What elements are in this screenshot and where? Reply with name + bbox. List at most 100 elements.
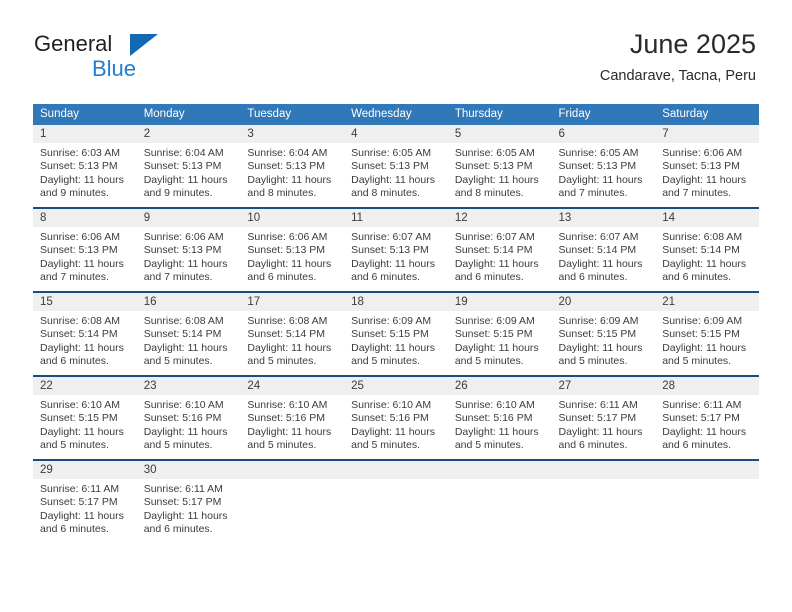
sunrise-text: Sunrise: 6:09 AM: [662, 315, 743, 327]
daylight-text-line1: Daylight: 11 hours: [558, 425, 643, 438]
calendar-day-cell[interactable]: 13 Sunrise: 6:07 AM Sunset: 5:14 PM Dayligh…: [551, 207, 656, 292]
daylight-text-line2: and 5 minutes.: [143, 439, 213, 452]
weekday-header-sunday: Sunday: [33, 104, 137, 125]
calendar-day-cell[interactable]: 8 Sunrise: 6:06 AM Sunset: 5:13 PM Daylight…: [33, 207, 137, 292]
day-details: Sunrise: 6:09 AM Sunset: 5:15 PM Daylight:…: [344, 311, 448, 375]
daylight-text-line1: Daylight: 11 hours: [454, 341, 539, 354]
calendar-day-cell[interactable]: 9 Sunrise: 6:06 AM Sunset: 5:13 PM Daylight…: [136, 207, 241, 292]
calendar-day-cell[interactable]: 16 Sunrise: 6:08 AM Sunset: 5:14 PM Dayligh…: [136, 291, 241, 376]
daylight-text-line2: and 8 minutes.: [454, 187, 524, 200]
calendar-day-cell[interactable]: 4 Sunrise: 6:05 AM Sunset: 5:13 PM Daylight…: [344, 125, 448, 208]
daylight-text-line1: Daylight: 11 hours: [662, 341, 747, 354]
day-details: Sunrise: 6:10 AM Sunset: 5:16 PM Daylight:…: [448, 395, 552, 459]
sunset-text: Sunset: 5:13 PM: [558, 160, 637, 173]
day-number: 22: [33, 377, 137, 395]
day-number: [447, 461, 552, 479]
calendar-day-cell[interactable]: 1 Sunrise: 6:03 AM Sunset: 5:13 PM Daylight…: [33, 125, 137, 208]
weekday-header-monday: Monday: [136, 104, 241, 125]
calendar-day-cell[interactable]: 2 Sunrise: 6:04 AM Sunset: 5:13 PM Daylight…: [136, 125, 241, 208]
sunrise-text: Sunrise: 6:06 AM: [662, 147, 743, 159]
day-number: 28: [655, 377, 759, 395]
sunset-text: Sunset: 5:13 PM: [351, 244, 429, 257]
sunrise-text: Sunrise: 6:10 AM: [454, 399, 535, 411]
sunrise-text: Sunrise: 6:05 AM: [454, 147, 535, 159]
sunrise-text: Sunrise: 6:06 AM: [40, 231, 120, 243]
day-details: Sunrise: 6:11 AM Sunset: 5:17 PM Daylight:…: [655, 395, 759, 459]
calendar-day-cell[interactable]: 21 Sunrise: 6:09 AM Sunset: 5:15 PM Dayligh…: [655, 291, 759, 376]
sunset-text: Sunset: 5:14 PM: [662, 244, 740, 257]
day-details: [552, 479, 656, 543]
sunset-text: Sunset: 5:16 PM: [351, 412, 429, 425]
sunrise-text: Sunrise: 6:10 AM: [40, 399, 120, 411]
sunrise-text: Sunrise: 6:11 AM: [40, 483, 120, 495]
day-details: Sunrise: 6:05 AM Sunset: 5:13 PM Daylight:…: [552, 143, 656, 207]
daylight-text-line1: Daylight: 11 hours: [40, 173, 124, 186]
day-number: 12: [447, 209, 552, 227]
calendar-day-cell[interactable]: 11 Sunrise: 6:07 AM Sunset: 5:13 PM Dayligh…: [344, 207, 448, 292]
daylight-text-line2: and 6 minutes.: [40, 355, 109, 368]
sunset-text: Sunset: 5:15 PM: [662, 328, 740, 341]
daylight-text-line2: and 6 minutes.: [143, 523, 213, 536]
calendar-day-cell[interactable]: 20 Sunrise: 6:09 AM Sunset: 5:15 PM Dayligh…: [551, 291, 656, 376]
daylight-text-line2: and 6 minutes.: [662, 439, 732, 452]
calendar-day-cell[interactable]: 12 Sunrise: 6:07 AM Sunset: 5:14 PM Dayligh…: [447, 207, 552, 292]
calendar-day-cell[interactable]: 22 Sunrise: 6:10 AM Sunset: 5:15 PM Dayligh…: [33, 375, 137, 460]
daylight-text-line2: and 7 minutes.: [143, 271, 213, 284]
calendar-day-cell[interactable]: 7 Sunrise: 6:06 AM Sunset: 5:13 PM Daylight…: [655, 125, 759, 208]
daylight-text-line2: and 6 minutes.: [558, 439, 628, 452]
daylight-text-line1: Daylight: 11 hours: [247, 425, 332, 438]
daylight-text-line1: Daylight: 11 hours: [143, 425, 228, 438]
calendar-day-cell[interactable]: 14 Sunrise: 6:08 AM Sunset: 5:14 PM Dayligh…: [655, 207, 759, 292]
day-details: Sunrise: 6:11 AM Sunset: 5:17 PM Daylight:…: [552, 395, 656, 459]
calendar-day-cell[interactable]: 27 Sunrise: 6:11 AM Sunset: 5:17 PM Dayligh…: [551, 375, 656, 460]
calendar-day-cell[interactable]: 6 Sunrise: 6:05 AM Sunset: 5:13 PM Daylight…: [551, 125, 656, 208]
calendar-body: 1 Sunrise: 6:03 AM Sunset: 5:13 PM Daylight…: [33, 125, 759, 543]
day-number: [344, 461, 448, 479]
calendar-day-cell[interactable]: 5 Sunrise: 6:05 AM Sunset: 5:13 PM Daylight…: [447, 125, 552, 208]
day-details: Sunrise: 6:08 AM Sunset: 5:14 PM Daylight:…: [137, 311, 241, 375]
day-number: 13: [551, 209, 656, 227]
calendar-day-cell[interactable]: 19 Sunrise: 6:09 AM Sunset: 5:15 PM Dayligh…: [447, 291, 552, 376]
calendar-day-cell[interactable]: 17 Sunrise: 6:08 AM Sunset: 5:14 PM Dayligh…: [240, 291, 345, 376]
daylight-text-line1: Daylight: 11 hours: [662, 173, 747, 186]
calendar-day-cell[interactable]: 18 Sunrise: 6:09 AM Sunset: 5:15 PM Dayligh…: [344, 291, 448, 376]
day-details: Sunrise: 6:07 AM Sunset: 5:14 PM Daylight:…: [448, 227, 552, 291]
sunrise-text: Sunrise: 6:10 AM: [143, 399, 224, 411]
calendar-day-cell[interactable]: 30 Sunrise: 6:11 AM Sunset: 5:17 PM Dayligh…: [136, 459, 241, 543]
calendar-day-cell[interactable]: 10 Sunrise: 6:06 AM Sunset: 5:13 PM Dayligh…: [240, 207, 345, 292]
calendar-day-cell[interactable]: 23 Sunrise: 6:10 AM Sunset: 5:16 PM Dayligh…: [136, 375, 241, 460]
daylight-text-line1: Daylight: 11 hours: [454, 257, 539, 270]
calendar-day-cell[interactable]: 29 Sunrise: 6:11 AM Sunset: 5:17 PM Dayligh…: [33, 459, 137, 543]
weekday-header-saturday: Saturday: [655, 104, 759, 125]
calendar-day-cell[interactable]: 25 Sunrise: 6:10 AM Sunset: 5:16 PM Dayligh…: [344, 375, 448, 460]
sunrise-text: Sunrise: 6:08 AM: [143, 315, 224, 327]
calendar-day-cell[interactable]: 3 Sunrise: 6:04 AM Sunset: 5:13 PM Daylight…: [240, 125, 345, 208]
daylight-text-line1: Daylight: 11 hours: [143, 509, 228, 522]
brand-name-bottom: Blue: [92, 56, 137, 81]
sunset-text: Sunset: 5:13 PM: [662, 160, 740, 173]
day-number: 26: [447, 377, 552, 395]
brand-logo[interactable]: General Blue: [34, 32, 214, 86]
day-number: 15: [33, 293, 137, 311]
sunrise-text: Sunrise: 6:09 AM: [351, 315, 432, 327]
day-number: 19: [447, 293, 552, 311]
sunset-text: Sunset: 5:14 PM: [247, 328, 326, 341]
page-header: General Blue June 2025 Candarave, Tacna,…: [0, 0, 792, 96]
weekday-header-wednesday: Wednesday: [344, 104, 448, 125]
daylight-text-line1: Daylight: 11 hours: [351, 257, 435, 270]
day-details: Sunrise: 6:10 AM Sunset: 5:16 PM Daylight:…: [137, 395, 241, 459]
daylight-text-line1: Daylight: 11 hours: [247, 257, 332, 270]
daylight-text-line2: and 6 minutes.: [247, 271, 317, 284]
calendar-day-cell[interactable]: 24 Sunrise: 6:10 AM Sunset: 5:16 PM Dayligh…: [240, 375, 345, 460]
day-details: Sunrise: 6:09 AM Sunset: 5:15 PM Daylight:…: [448, 311, 552, 375]
day-number: 24: [240, 377, 345, 395]
daylight-text-line1: Daylight: 11 hours: [351, 425, 435, 438]
weekday-header-friday: Friday: [551, 104, 656, 125]
day-number: 5: [447, 125, 552, 143]
calendar-day-cell[interactable]: 26 Sunrise: 6:10 AM Sunset: 5:16 PM Dayligh…: [447, 375, 552, 460]
day-number: 9: [136, 209, 241, 227]
sunrise-text: Sunrise: 6:07 AM: [351, 231, 432, 243]
calendar-day-cell[interactable]: 15 Sunrise: 6:08 AM Sunset: 5:14 PM Dayligh…: [33, 291, 137, 376]
calendar-day-cell[interactable]: 28 Sunrise: 6:11 AM Sunset: 5:17 PM Dayligh…: [655, 375, 759, 460]
daylight-text-line2: and 5 minutes.: [662, 355, 732, 368]
